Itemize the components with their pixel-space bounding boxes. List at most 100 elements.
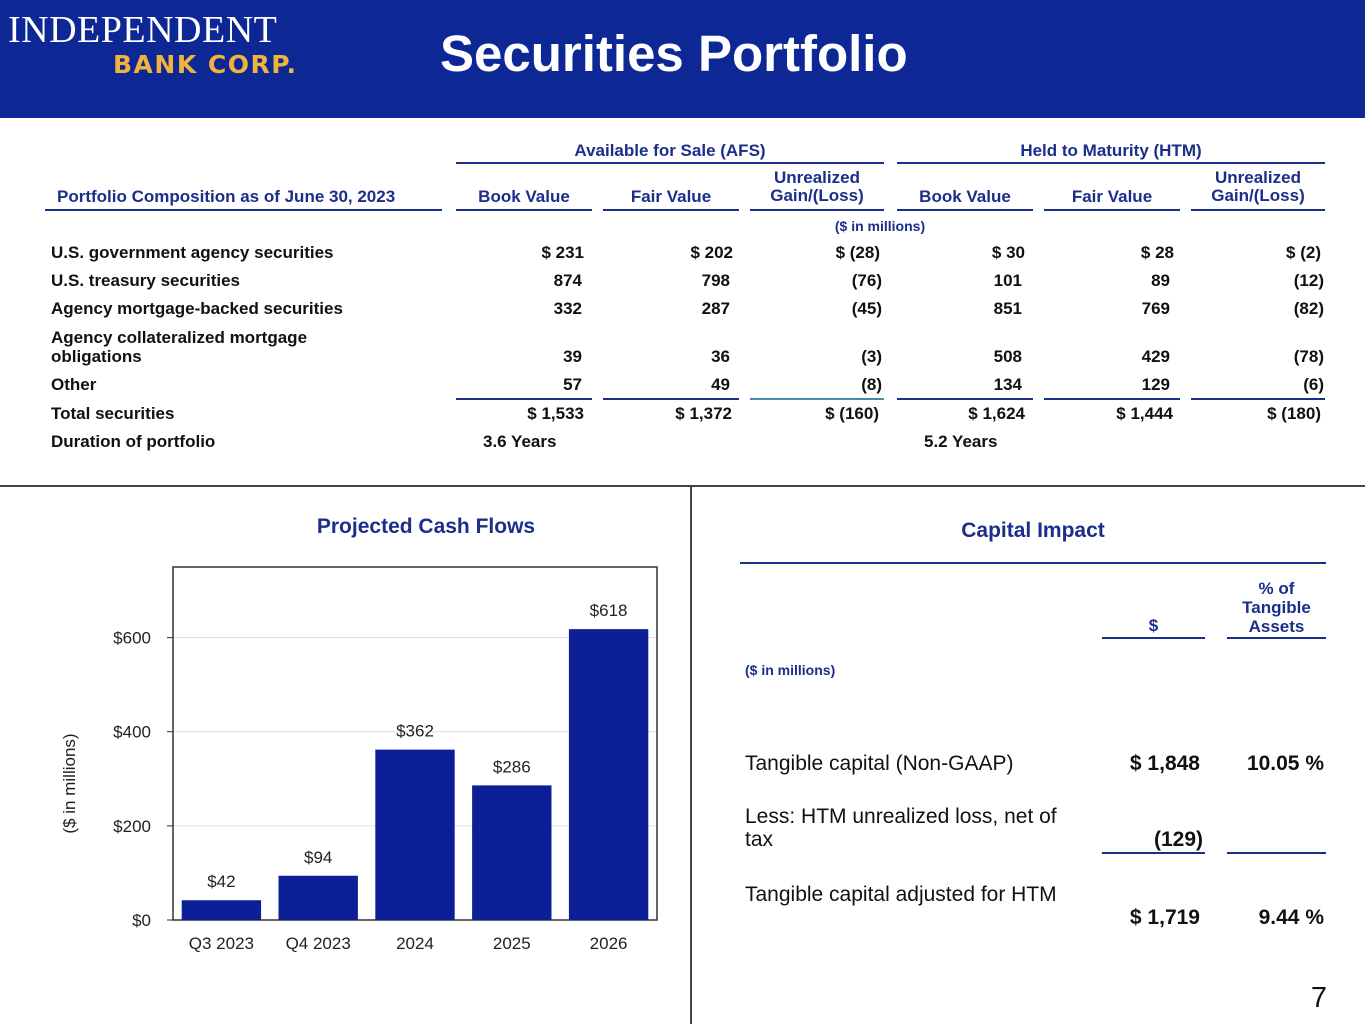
y-tick-label: $600 [113,629,151,648]
cell-htm-unrealized: (78) [1293,347,1324,366]
cell-htm-book: $ 30 [991,243,1025,262]
afs-header: Available for Sale (AFS) [574,141,766,160]
bar [278,875,358,920]
x-tick-label: 2024 [396,934,434,953]
company-logo: INDEPENDENT [8,8,277,52]
capital-row-value: $ 1,848 [1129,752,1200,775]
logo-wordmark: INDEPENDENT [8,9,278,51]
capital-impact-title: Capital Impact [961,519,1105,542]
subtotal-rule [456,398,592,400]
cell-htm-unrealized: $ (2) [1286,243,1321,262]
units-note: ($ in millions) [834,218,926,234]
cell-afs-book: 874 [553,271,582,290]
subtotal-rule [1102,852,1205,854]
total-htm-book: $ 1,624 [968,404,1025,423]
capital-row-pct: 10.05 % [1246,752,1324,775]
row-label: U.S. government agency securities [51,243,334,262]
htm-fair-rule [1044,209,1180,211]
capital-row-label: Tangible capital adjusted for HTM [745,883,1057,906]
cell-htm-fair: 429 [1141,347,1170,366]
y-tick-label: $0 [132,911,151,930]
header-banner: INDEPENDENT BANK CORP. Securities Portfo… [0,0,1365,118]
afs-fair-header: Fair Value [630,187,712,206]
portfolio-row-header: Portfolio Composition as of June 30, 202… [57,187,396,206]
subtotal-rule [1227,852,1326,854]
x-tick-label: 2025 [493,934,531,953]
total-htm-unrealized: $ (180) [1267,404,1321,423]
duration-label: Duration of portfolio [51,432,216,451]
cell-htm-fair: $ 28 [1140,243,1174,262]
afs-unrealized-rule [750,209,884,211]
cell-afs-unrealized: $ (28) [835,243,880,262]
section-divider-horizontal [0,485,1365,487]
total-afs-fair: $ 1,372 [675,404,732,423]
cell-afs-book: 39 [563,347,582,366]
htm-book-rule [897,209,1033,211]
htm-header-rule [897,162,1325,164]
data-label: $362 [396,722,434,741]
col-pct-rule [1227,637,1326,639]
htm-unrealized-rule [1191,209,1325,211]
subtotal-rule [897,398,1033,400]
cell-afs-fair: 49 [711,375,730,394]
data-label: $618 [590,601,628,620]
data-label: $94 [304,848,332,867]
afs-header-rule [456,162,884,164]
htm-fair-header: Fair Value [1071,187,1153,206]
total-afs-book: $ 1,533 [527,404,584,423]
total-htm-fair: $ 1,444 [1116,404,1173,423]
total-row-label: Total securities [51,404,175,423]
x-tick-label: 2026 [590,934,628,953]
col-pct-header: % of Tangible Assets [1242,579,1311,636]
afs-book-rule [456,209,592,211]
data-label: $286 [493,757,531,776]
row-label: Agency collateralized mortgage obligatio… [51,328,308,366]
cell-htm-unrealized: (6) [1303,375,1324,394]
cell-afs-book: 332 [553,299,582,318]
y-axis-label: ($ in millions) [60,733,79,833]
col-dollar-rule [1102,637,1205,639]
afs-fair-rule [603,209,739,211]
data-label: $42 [207,872,235,891]
afs-book-header: Book Value [478,187,570,206]
bar [568,629,649,920]
bar [472,785,552,920]
htm-book-header: Book Value [919,187,1011,206]
y-tick-label: $400 [113,723,151,742]
section-divider-vertical [690,486,692,1024]
cell-htm-unrealized: (82) [1293,299,1324,318]
htm-unrealized-header: Unrealized Gain/(Loss) [1211,168,1305,205]
row-label: Agency mortgage-backed securities [51,299,343,318]
cell-htm-unrealized: (12) [1293,271,1324,290]
cell-afs-book: 57 [563,375,582,394]
cell-afs-fair: $ 202 [690,243,733,262]
capital-impact-rule [740,562,1326,564]
cell-afs-book: $ 231 [541,243,584,262]
total-afs-unrealized: $ (160) [825,404,879,423]
x-tick-label: Q3 2023 [189,934,254,953]
cell-afs-fair: 36 [711,347,730,366]
cash-flows-title: Projected Cash Flows [316,515,536,538]
capital-row-pct: 9.44 % [1258,906,1324,929]
subtotal-rule [603,398,739,400]
page-title: Securities Portfolio [440,25,908,82]
afs-unrealized-header: Unrealized Gain/(Loss) [770,168,864,205]
row-header-rule [45,209,442,211]
cell-htm-fair: 129 [1141,375,1170,394]
capital-row-value: $ 1,719 [1129,906,1200,929]
cell-afs-unrealized: (45) [851,299,882,318]
cell-afs-unrealized: (76) [851,271,882,290]
cell-htm-fair: 89 [1151,271,1170,290]
cell-htm-book: 101 [993,271,1022,290]
logo-subtitle: BANK CORP. [113,50,298,79]
cell-afs-unrealized: (8) [861,375,882,394]
cell-htm-book: 508 [993,347,1022,366]
capital-units-note: ($ in millions) [745,662,836,678]
capital-row-label: Tangible capital (Non-GAAP) [745,752,1014,775]
row-label: U.S. treasury securities [51,271,240,290]
cash-flows-chart: $0 $200 $400 $600 $42 Q3 2023 $94 Q4 2023 $362 20… [60,566,658,953]
cell-afs-unrealized: (3) [861,347,882,366]
col-dollar-header: $ [1148,616,1159,635]
duration-afs: 3.6 Years [483,432,557,451]
cell-htm-book: 134 [993,375,1022,394]
